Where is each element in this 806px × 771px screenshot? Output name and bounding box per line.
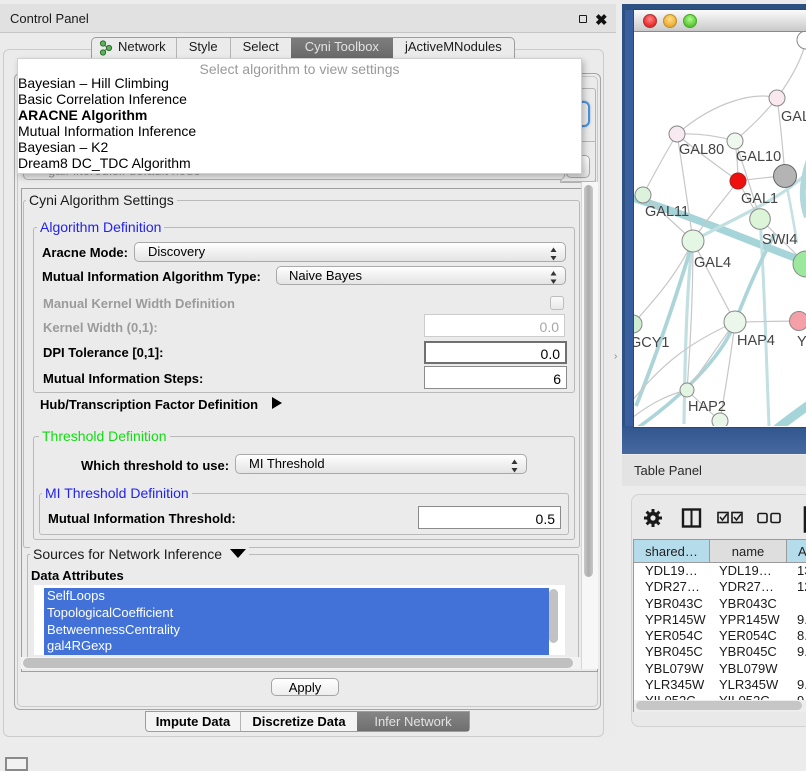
svg-text:HAP2: HAP2: [688, 399, 726, 415]
svg-text:SWI4: SWI4: [762, 232, 797, 248]
svg-text:GAL80: GAL80: [679, 142, 724, 158]
svg-text:GAL11: GAL11: [645, 204, 689, 220]
svg-text:GAL1: GAL1: [741, 191, 778, 207]
svg-text:GAL10: GAL10: [736, 149, 781, 165]
svg-text:GAL: GAL: [781, 109, 806, 125]
svg-text:GCY1: GCY1: [634, 335, 670, 351]
svg-text:Y: Y: [797, 334, 806, 350]
svg-text:GAL4: GAL4: [694, 255, 731, 271]
svg-text:HAP4: HAP4: [737, 333, 775, 349]
